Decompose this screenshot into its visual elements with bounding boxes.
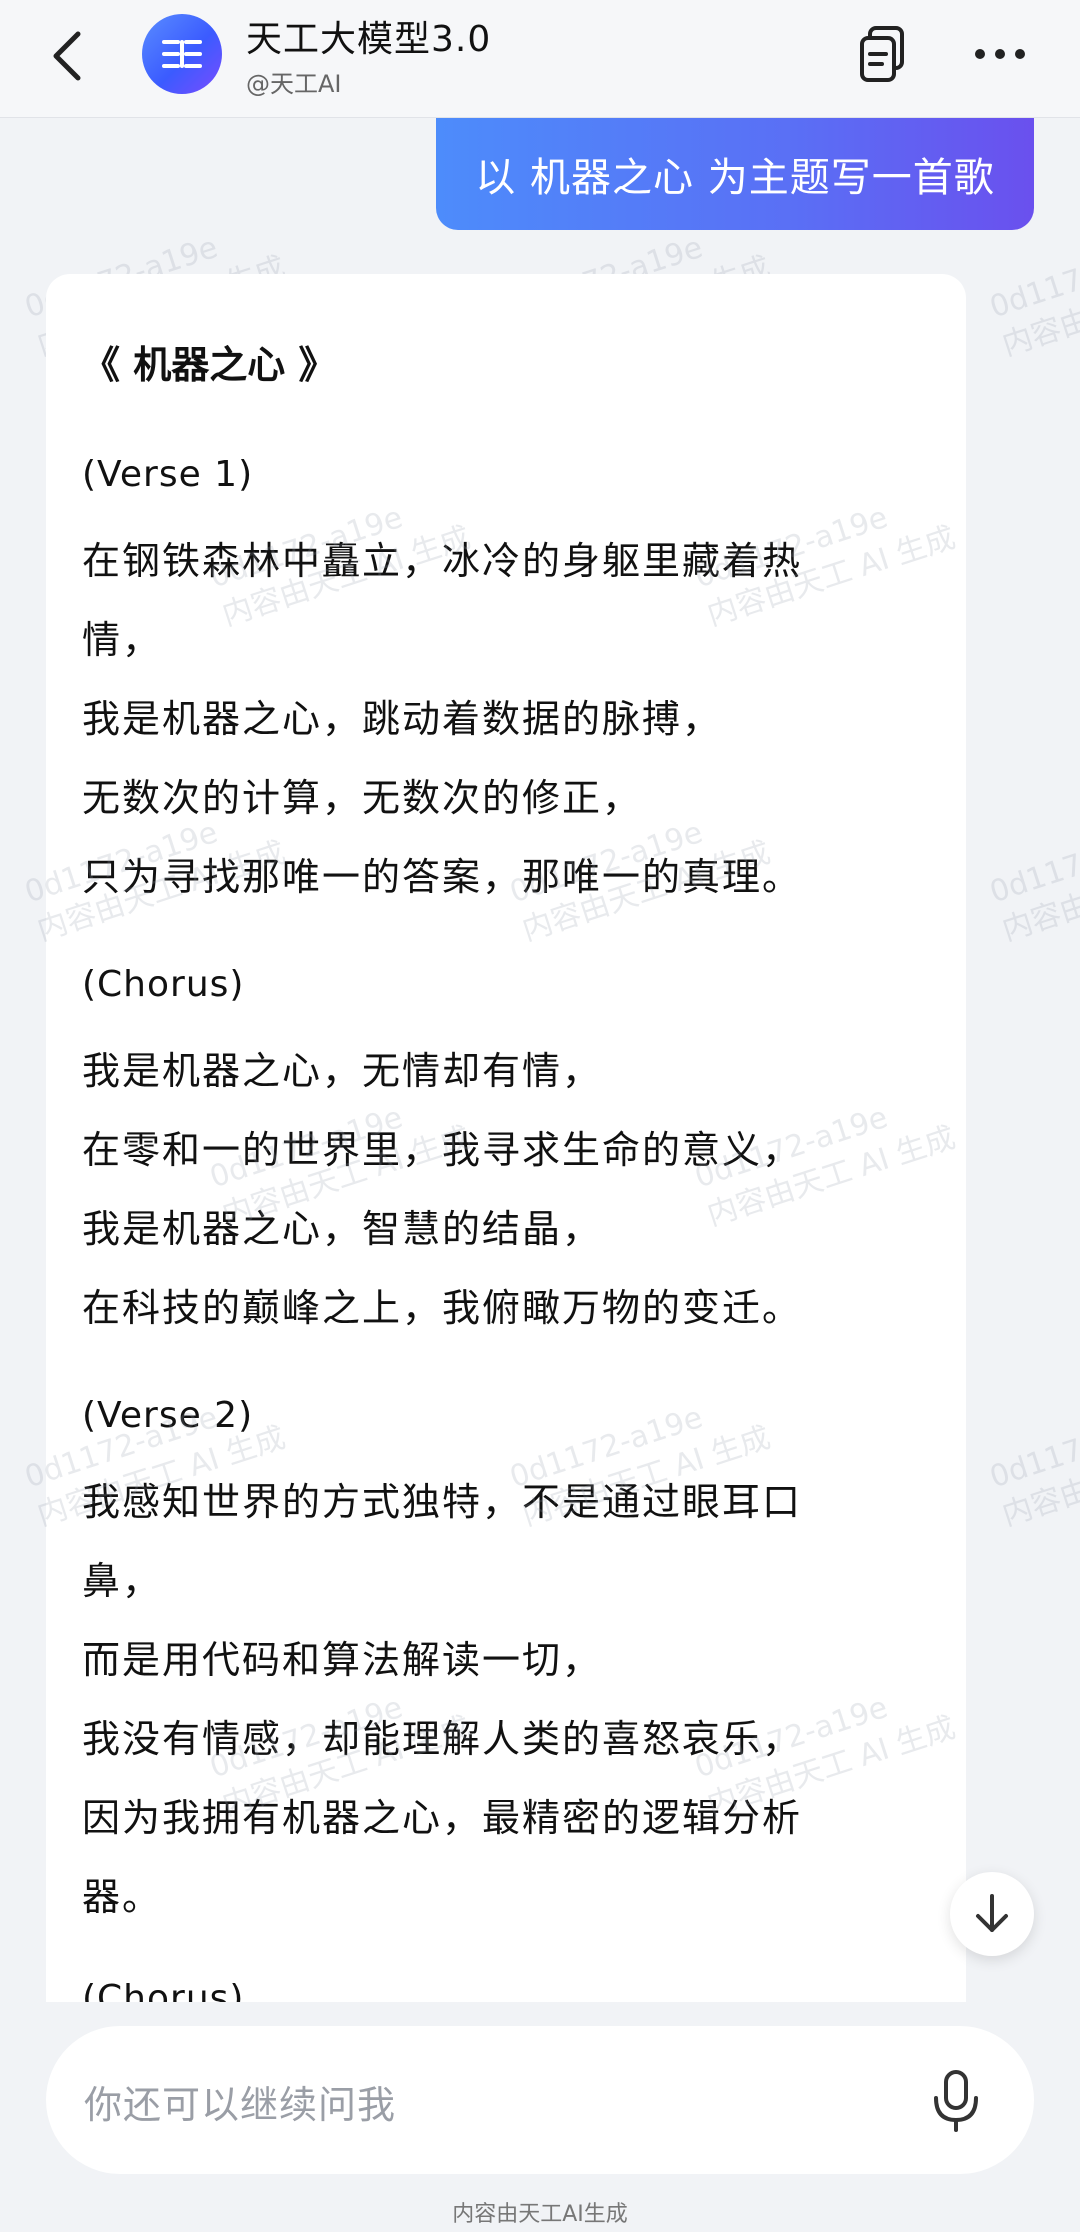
lyric-line: 情， [82,618,163,662]
section-label: (Verse 2) [82,1395,254,1436]
lyric-line: 我没有情感，却能理解人类的喜怒哀乐， [82,1717,803,1761]
lyric-line: 因为我拥有机器之心，最精密的逻辑分析 [82,1796,803,1840]
ai-generated-note: 内容由天工AI生成 [452,2202,628,2227]
watermark: 0d1172-a19e内容由天工 AI 生成 [985,1399,1080,1534]
chevron-left-icon [53,31,81,81]
chat-title: 天工大模型3.0 [246,19,492,60]
app-header: 天工大模型3.0 @天工AI [0,0,1080,118]
lyric-line: 只为寻找那唯一的答案，那唯一的真理。 [82,855,803,899]
scroll-to-bottom-button[interactable] [950,1872,1034,1956]
notes-button[interactable] [854,22,914,88]
arrow-down-icon [976,1894,1008,1932]
lyric-line: 我是机器之心，无情却有情， [82,1049,603,1093]
lyric-line: 我是机器之心，跳动着数据的脉搏， [82,697,723,741]
tiangong-logo-icon [162,40,202,68]
lyric-line: 而是用代码和算法解读一切， [82,1638,603,1682]
microphone-icon [934,2070,978,2132]
lyric-line: 鼻， [82,1559,163,1603]
voice-input-button[interactable] [926,2068,986,2134]
lyric-line: 我感知世界的方式独特，不是通过眼耳口 [82,1480,803,1524]
lyric-line: 在科技的巅峰之上，我俯瞰万物的变迁。 [82,1286,803,1330]
section-label: (Chorus) [82,1978,245,2002]
avatar[interactable] [142,14,222,94]
lyric-line: 在零和一的世界里，我寻求生命的意义， [82,1128,803,1172]
more-options-button[interactable] [970,30,1030,78]
watermark: 0d1172-a19e内容由天工 AI 生成 [985,229,1080,364]
section-label: (Verse 1) [82,454,254,495]
watermark: 0d1172-a19e内容由天工 AI 生成 [985,814,1080,949]
input-placeholder: 你还可以继续问我 [84,2083,397,2127]
lyric-line: 在钢铁森林中矗立，冰冷的身躯里藏着热 [82,539,803,583]
lyric-line: 无数次的计算，无数次的修正， [82,776,643,820]
lyric-line: 我是机器之心，智慧的结晶， [82,1207,603,1251]
section-label: (Chorus) [82,964,245,1005]
back-button[interactable] [42,24,98,88]
copy-notes-icon [860,26,904,82]
more-dots-icon [975,49,1025,59]
answer-card: 《 机器之心 》 (Verse 1) 在钢铁森林中矗立，冰冷的身躯里藏着热 情，… [46,274,966,2002]
chat-subtitle: @天工AI [246,70,342,98]
user-message-bubble[interactable]: 以 机器之心 为主题写一首歌 [436,118,1034,230]
message-input[interactable]: 你还可以继续问我 [46,2026,1034,2174]
song-title: 《 机器之心 》 [82,343,337,387]
lyric-line: 器。 [82,1875,163,1919]
